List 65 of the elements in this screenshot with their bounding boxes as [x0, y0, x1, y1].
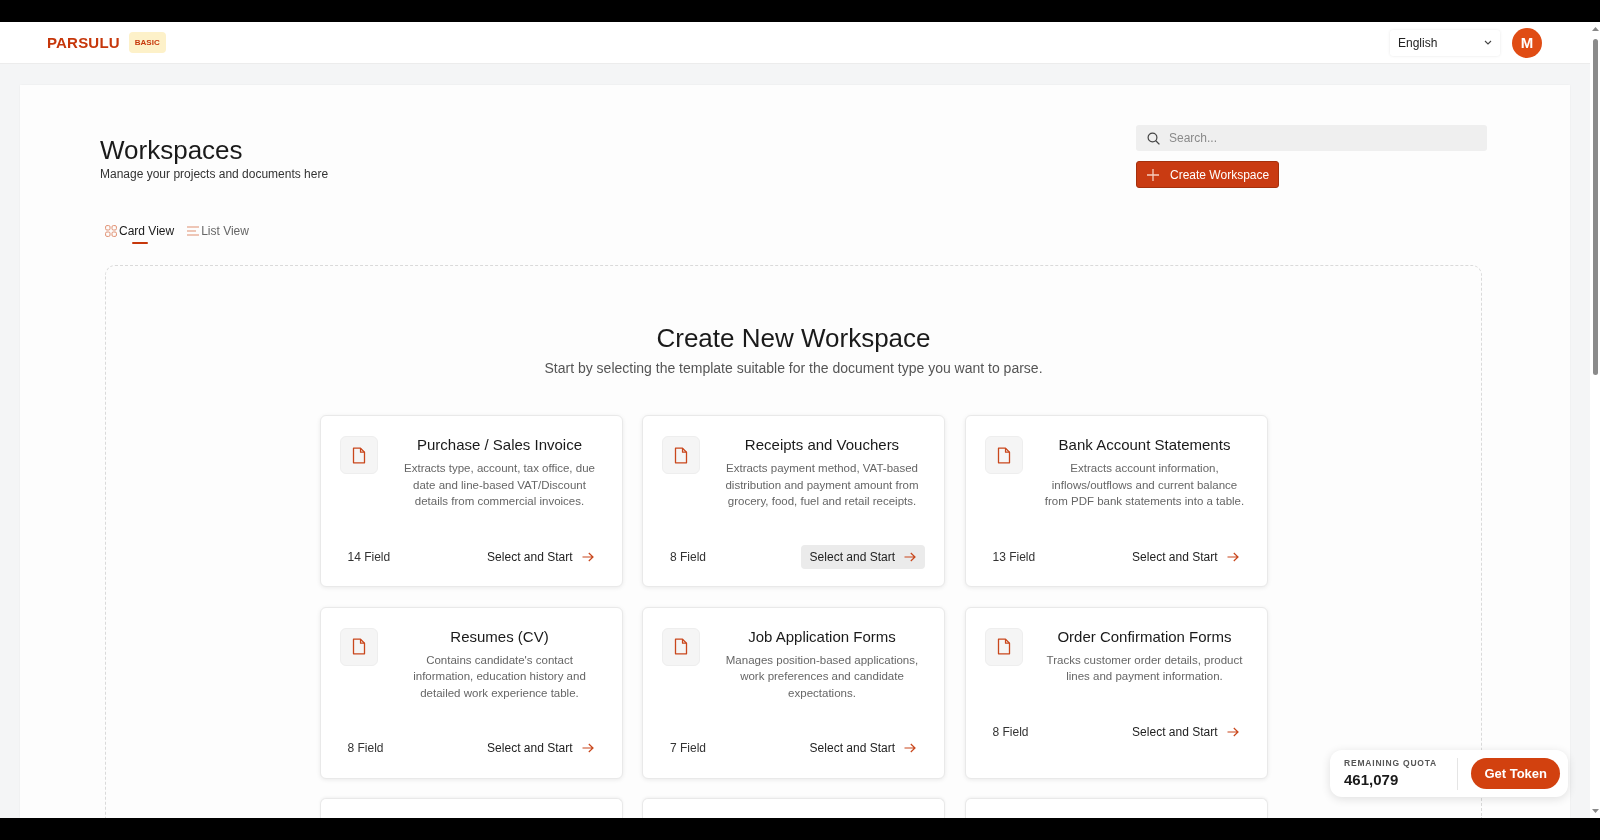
- select-and-start-button[interactable]: Select and Start: [800, 544, 925, 569]
- arrow-right-icon: [581, 551, 594, 562]
- get-token-button[interactable]: Get Token: [1471, 758, 1560, 789]
- view-tab[interactable]: List View: [187, 221, 249, 244]
- template-card[interactable]: Bank Account Statements Extracts account information, inflows/outflows and current balance from PDF bank statements into a table. 13 Field Select and Start: [964, 415, 1268, 587]
- section-title: Create New Workspace: [656, 322, 931, 355]
- select-and-start-button[interactable]: Select and Start: [1123, 719, 1248, 744]
- list-icon: [187, 226, 200, 236]
- arrow-right-icon: [581, 743, 594, 753]
- quota-value: 461,079: [1344, 771, 1399, 789]
- card-title: Receipts and Vouchers: [743, 436, 901, 454]
- card-title: Bank Account Statements: [1057, 436, 1232, 454]
- select-and-start-button[interactable]: Select and Start: [800, 736, 925, 760]
- select-and-start-button[interactable]: Select and Start: [478, 544, 603, 569]
- page-title: Workspaces: [100, 134, 244, 166]
- section-subtitle: Start by selecting the template suitable for the document type you want to parse.: [544, 359, 1043, 378]
- plan-badge: BASIC: [128, 32, 166, 53]
- card-title: Resumes (CV): [449, 627, 550, 646]
- grid-icon: [105, 225, 117, 237]
- template-card[interactable]: Resumes (CV) Contains candidate's contact information, education history and detailed work experience table. 8 Field Select and Start: [319, 606, 623, 779]
- card-title: Purchase / Sales Invoice: [415, 436, 584, 454]
- document-icon: [662, 627, 700, 666]
- document-icon: [339, 627, 378, 666]
- scroll-down-icon[interactable]: [1591, 809, 1599, 813]
- document-icon: [984, 436, 1023, 474]
- language-select[interactable]: English: [1390, 29, 1500, 56]
- scrollbar-thumb[interactable]: [1592, 39, 1598, 375]
- field-count: 13 Field: [991, 549, 1036, 564]
- scroll-up-icon[interactable]: [1591, 27, 1599, 31]
- document-icon: [339, 436, 378, 474]
- user-avatar[interactable]: M: [1512, 27, 1542, 58]
- card-description: Extracts account information, inflows/outflows and current balance from PDF bank statements into a table.: [1043, 461, 1246, 509]
- select-and-start-button[interactable]: Select and Start: [1123, 544, 1248, 569]
- page-subtitle: Manage your projects and documents here: [100, 166, 329, 182]
- card-description: Tracks customer order details, product lines and payment information.: [1045, 652, 1244, 684]
- search-icon: [1147, 131, 1160, 145]
- quota-label: REMAINING QUOTA: [1344, 758, 1438, 769]
- arrow-right-icon: [1226, 551, 1239, 562]
- plus-icon: [1147, 168, 1159, 181]
- field-count: 14 Field: [346, 549, 391, 564]
- field-count: 8 Field: [669, 549, 707, 564]
- arrow-right-icon: [904, 551, 916, 562]
- arrow-right-icon: [1226, 726, 1239, 737]
- document-icon: [662, 436, 700, 474]
- create-workspace-button[interactable]: Create Workspace: [1136, 161, 1280, 188]
- search-field[interactable]: Search...: [1136, 125, 1487, 151]
- template-card[interactable]: Order Confirmation Forms Tracks customer order details, product lines and payment information. 8 Field Select and Start: [964, 606, 1268, 779]
- arrow-right-icon: [904, 743, 916, 753]
- card-title: Job Application Forms: [747, 627, 897, 646]
- field-count: 8 Field: [346, 741, 384, 755]
- field-count: 8 Field: [991, 724, 1029, 739]
- template-card[interactable]: Job Application Forms Manages position-based applications, work preferences and candidate expectations. 7 Field Select and Start: [642, 606, 945, 779]
- logo-text: PARSULU: [47, 34, 120, 51]
- field-count: 7 Field: [669, 741, 707, 755]
- document-icon: [984, 627, 1023, 666]
- template-card[interactable]: Receipts and Vouchers Extracts payment method, VAT-based distribution and payment amount from grocery, food, fuel and retail receipts. 8 Field Select and Start: [642, 415, 945, 587]
- card-description: Extracts type, account, tax office, due date and line-based VAT/Discount details from commercial invoices.: [403, 461, 596, 509]
- view-tab[interactable]: Card View: [105, 221, 175, 244]
- card-description: Contains candidate's contact information, education history and detailed work experience table.: [412, 652, 587, 701]
- select-and-start-button[interactable]: Select and Start: [478, 736, 603, 760]
- card-title: Order Confirmation Forms: [1056, 627, 1233, 646]
- chevron-down-icon: [1484, 40, 1492, 45]
- template-card[interactable]: Purchase / Sales Invoice Extracts type, account, tax office, due date and line-based VAT/Discount details from commercial invoices. 14 Field Select and Start: [319, 415, 623, 587]
- card-description: Manages position-based applications, work preferences and candidate expectations.: [724, 652, 920, 701]
- card-description: Extracts payment method, VAT-based distribution and payment amount from grocery, food, fuel and retail receipts.: [724, 461, 920, 509]
